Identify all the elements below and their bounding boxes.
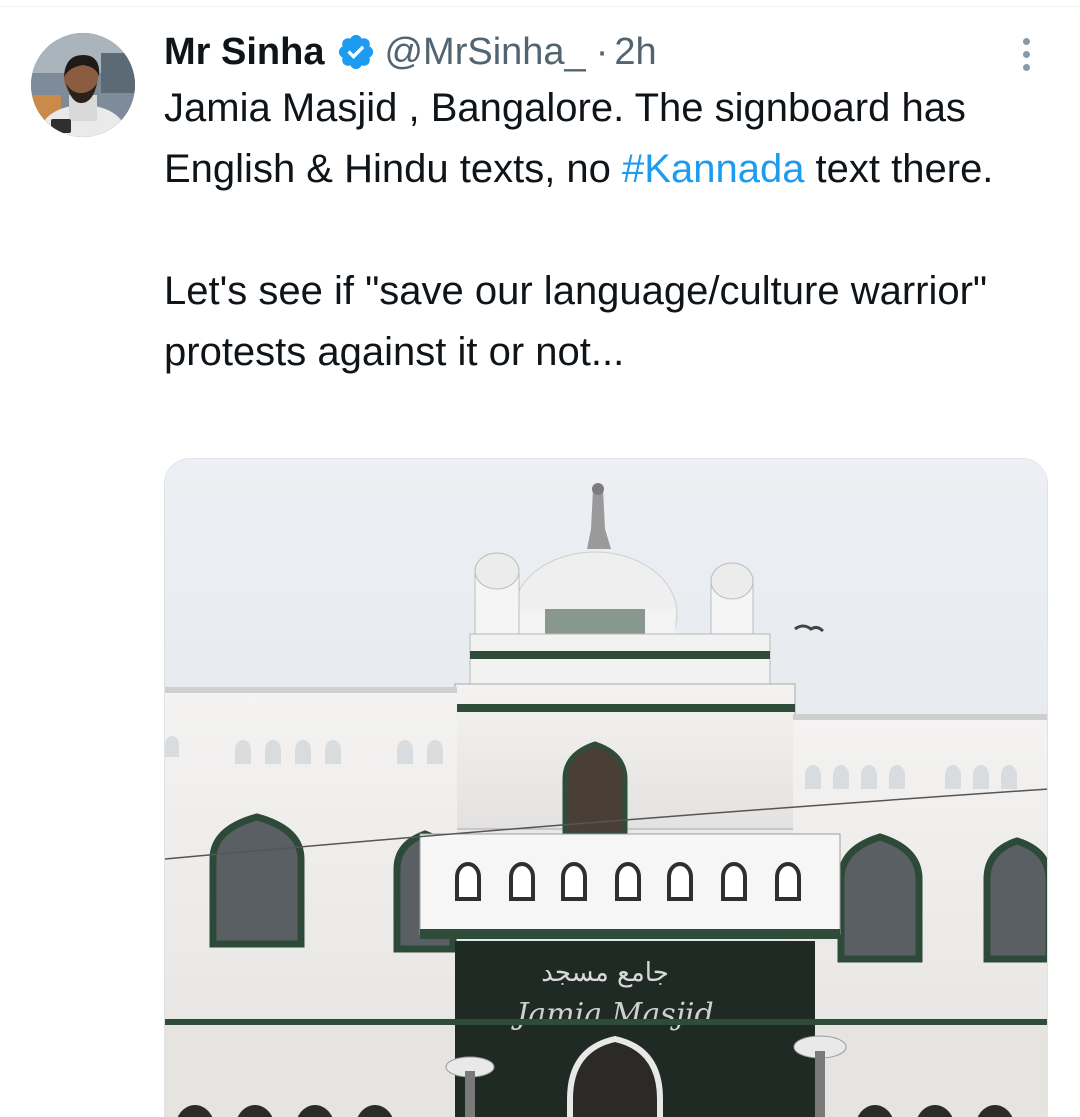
signboard-text: Jamia Masjid [510,997,713,1032]
tweet-media-image[interactable]: جامع مسجد Jamia Masjid [164,458,1048,1117]
timestamp[interactable]: 2h [614,26,656,78]
tweet-paragraph-2: Let's see if "save our language/culture … [164,269,988,374]
display-name[interactable]: Mr Sinha [164,26,324,78]
tweet-header: Mr Sinha @MrSinha_ · 2h [164,26,657,78]
more-options-button[interactable] [1008,32,1044,76]
author-handle[interactable]: @MrSinha_ [384,26,585,78]
tweet-text: Jamia Masjid , Bangalore. The signboard … [164,78,1044,383]
signboard-arabic: جامع مسجد [541,958,669,988]
tweet-paragraph-1: Jamia Masjid , Bangalore. The signboard … [164,78,1044,200]
divider [0,6,1080,7]
tweet-text-part2: text there. [804,147,994,191]
separator-dot: · [595,31,609,73]
tweet: Mr Sinha @MrSinha_ · 2h Jamia Masjid , B… [0,0,1080,1117]
more-vertical-icon [1022,37,1030,45]
verified-badge-icon [336,32,376,72]
hashtag-link[interactable]: #Kannada [622,147,804,191]
avatar[interactable] [31,33,135,137]
